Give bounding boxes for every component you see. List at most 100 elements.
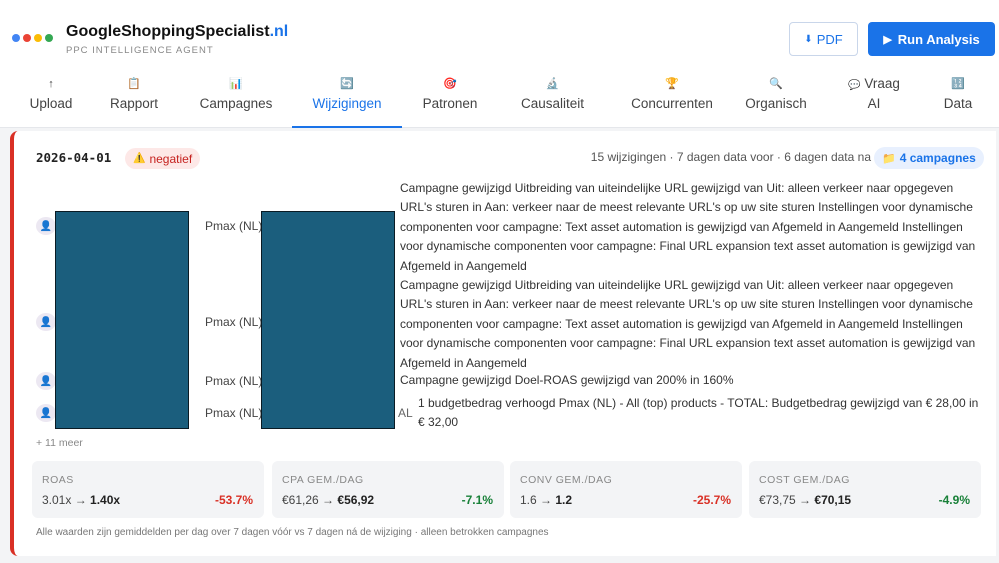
metric-label: CPA GEM./DAG	[282, 474, 364, 486]
metric-after: €56,92	[337, 493, 375, 507]
brand-name-main: GoogleShoppingSpecialist	[66, 23, 270, 40]
metric-change: -7.1%	[461, 493, 493, 507]
brand: GoogleShoppingSpecialist.nl PPC INTELLIG…	[66, 23, 288, 56]
microscope-icon: 🔬	[545, 78, 560, 90]
tab-patronen[interactable]: 🎯 Patronen	[410, 76, 490, 128]
metric-values: €73,75 → €70,15	[759, 493, 851, 507]
change-description: 1 budgetbedrag verhoogd Pmax (NL) - All …	[418, 396, 979, 430]
metric-arrow: →	[74, 493, 87, 507]
show-more-link[interactable]: + 11 meer	[36, 437, 83, 449]
metric-arrow: →	[322, 493, 335, 507]
status-badge: ⚠️ negatief	[125, 148, 201, 169]
campaign-name: Pmax (NL)	[205, 406, 263, 420]
event-summary: 15 wijzigingen · 7 dagen data voor · 6 d…	[590, 150, 871, 164]
pdf-button[interactable]: ⬇ PDF	[789, 22, 858, 56]
metric-card-roas: ROAS 3.01x → 1.40x -53.7%	[32, 461, 264, 518]
bar-chart-icon: 📊	[229, 78, 243, 90]
tab-label: Vraag	[864, 76, 900, 91]
target-icon: 🎯	[443, 78, 457, 90]
user-icon: 👤	[36, 372, 56, 390]
metric-label: COST GEM./DAG	[759, 474, 850, 486]
metric-before: 1.6	[520, 493, 537, 507]
run-analysis-button[interactable]: ▶ Run Analysis	[868, 22, 995, 56]
refresh-icon: 🔄	[340, 78, 354, 90]
footnote: Alle waarden zijn gemiddelden per dag ov…	[36, 527, 549, 538]
tab-rapport[interactable]: 📋 Rapport	[94, 76, 174, 128]
numbers-icon: 🔢	[951, 78, 965, 90]
tab-organisch[interactable]: 🔍 Organisch	[736, 76, 816, 128]
tab-data[interactable]: 🔢 Data	[928, 76, 988, 128]
campaign-name: Pmax (NL)	[205, 219, 263, 233]
tab-vraag-ai-line-1: 💬 Vraag	[838, 76, 910, 92]
redacted-block	[55, 211, 189, 429]
brand-logo-dots	[12, 34, 53, 42]
event-date: 2026-04-01	[36, 150, 112, 165]
download-icon: ⬇	[804, 33, 813, 45]
metric-arrow: →	[799, 493, 812, 507]
tab-label: Concurrenten	[631, 96, 713, 111]
brand-name: GoogleShoppingSpecialist.nl	[66, 23, 288, 41]
run-analysis-label: Run Analysis	[897, 31, 980, 47]
metric-label: CONV GEM./DAG	[520, 474, 613, 486]
campaign-name: Pmax (NL)	[205, 374, 263, 388]
trophy-icon: 🏆	[665, 78, 679, 90]
metric-after: €70,15	[814, 493, 852, 507]
tab-causaliteit[interactable]: 🔬 Causaliteit	[505, 76, 600, 128]
tab-label: Rapport	[109, 96, 159, 111]
change-description: Campagne gewijzigd Uitbreiding van uitei…	[400, 278, 976, 370]
pdf-button-label: PDF	[816, 31, 843, 47]
warning-icon: ⚠️	[133, 153, 146, 164]
user-icon: 👤	[36, 217, 56, 235]
campaigns-badge[interactable]: 📁 4 campagnes	[874, 147, 984, 169]
app-header: GoogleShoppingSpecialist.nl PPC INTELLIG…	[0, 0, 999, 128]
change-description: Campagne gewijzigd Doel-ROAS gewijzigd v…	[400, 373, 734, 387]
brand-subtitle: PPC INTELLIGENCE AGENT	[66, 45, 214, 56]
logo-dot-blue	[12, 34, 20, 42]
folder-icon: 📁	[882, 152, 896, 165]
change-event-card: 2026-04-01 ⚠️ negatief 15 wijzigingen · …	[10, 131, 996, 556]
tab-label: Organisch	[745, 96, 807, 111]
clipboard-icon: 📋	[127, 78, 141, 90]
upload-icon: ↑	[48, 78, 54, 90]
tab-label: Upload	[29, 96, 73, 111]
metric-values: 3.01x → 1.40x	[42, 493, 120, 507]
metric-values: 1.6 → 1.2	[520, 493, 572, 507]
logo-dot-green	[45, 34, 53, 42]
redacted-block	[261, 211, 395, 429]
chat-bubble-icon: 💬	[848, 80, 861, 91]
change-description: Campagne gewijzigd Uitbreiding van uitei…	[400, 181, 976, 273]
metric-before: €73,75	[759, 493, 796, 507]
tab-campagnes[interactable]: 📊 Campagnes	[186, 76, 286, 128]
user-icon: 👤	[36, 404, 56, 422]
tab-vraag-ai[interactable]: 💬 Vraag AI	[838, 76, 910, 128]
campaign-name: Pmax (NL)	[205, 315, 263, 329]
search-icon: 🔍	[769, 78, 783, 90]
tab-label: Wijzigingen	[312, 96, 382, 111]
metric-before: 3.01x	[42, 493, 72, 507]
metric-change: -4.9%	[938, 493, 970, 507]
metric-after: 1.40x	[90, 493, 121, 507]
metric-arrow: →	[540, 493, 553, 507]
tab-label: Patronen	[422, 96, 478, 111]
tab-label-line-2: AI	[867, 96, 881, 111]
metric-after: 1.2	[555, 493, 573, 507]
tab-wijzigingen[interactable]: 🔄 Wijzigingen	[292, 76, 402, 128]
status-label: negatief	[149, 151, 193, 166]
tab-upload[interactable]: ↑ Upload	[8, 76, 94, 128]
campaigns-count: 4 campagnes	[899, 151, 976, 165]
metric-card-cpa: CPA GEM./DAG €61,26 → €56,92 -7.1%	[272, 461, 504, 518]
metric-values: €61,26 → €56,92	[282, 493, 374, 507]
tab-label: Data	[943, 96, 973, 111]
metric-label: ROAS	[42, 474, 74, 486]
user-icon: 👤	[36, 313, 56, 331]
logo-dot-yellow	[34, 34, 42, 42]
metric-card-cost: COST GEM./DAG €73,75 → €70,15 -4.9%	[749, 461, 981, 518]
metric-before: €61,26	[282, 493, 319, 507]
play-icon: ▶	[883, 33, 892, 46]
change-prefix: AL	[398, 406, 413, 420]
main-tabs: ↑ Upload 📋 Rapport 📊 Campagnes 🔄 Wijzigi…	[0, 76, 999, 128]
metric-change: -53.7%	[214, 493, 253, 507]
tab-label: Causaliteit	[520, 96, 585, 111]
tab-concurrenten[interactable]: 🏆 Concurrenten	[616, 76, 728, 128]
brand-tld: .nl	[269, 23, 289, 40]
